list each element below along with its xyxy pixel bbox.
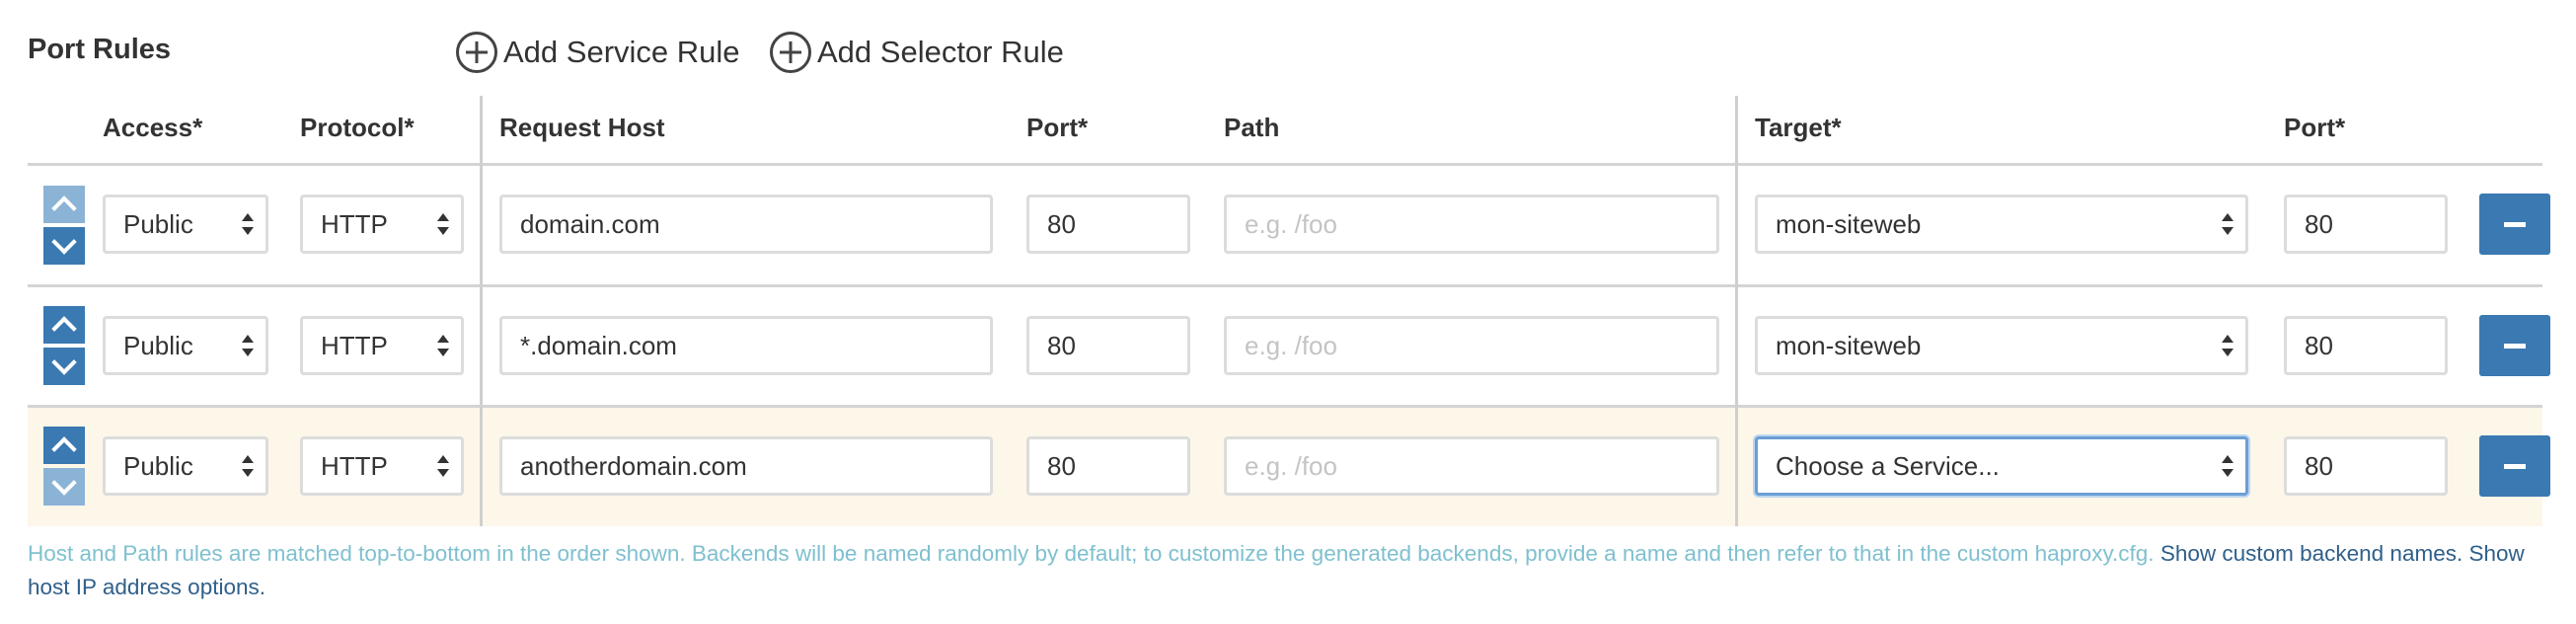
request-host-input[interactable]: anotherdomain.com xyxy=(499,436,993,496)
select-arrows-icon xyxy=(242,335,254,356)
plus-circle-icon xyxy=(770,32,811,73)
remove-rule-button[interactable] xyxy=(2479,435,2550,497)
column-divider xyxy=(1735,96,1738,526)
protocol-select[interactable]: HTTP xyxy=(300,316,464,375)
show-custom-backend-names-link[interactable]: Show custom backend names. xyxy=(2160,541,2462,566)
target-value: mon-siteweb xyxy=(1776,208,1922,239)
access-value: Public xyxy=(123,208,193,239)
chevron-down-icon xyxy=(51,229,77,255)
move-down-button[interactable] xyxy=(43,468,85,506)
move-down-button[interactable] xyxy=(43,227,85,265)
target-select[interactable]: mon-siteweb xyxy=(1755,316,2248,375)
target-port-input[interactable]: 80 xyxy=(2284,195,2448,254)
header-target-port: Port* xyxy=(2284,113,2346,142)
header-path: Path xyxy=(1224,113,1280,142)
target-value: Choose a Service... xyxy=(1776,450,2000,481)
protocol-select[interactable]: HTTP xyxy=(300,195,464,254)
target-value: mon-siteweb xyxy=(1776,330,1922,360)
minus-icon xyxy=(2504,343,2526,349)
add-service-rule-label: Add Service Rule xyxy=(503,35,740,69)
port-input[interactable]: 80 xyxy=(1026,316,1190,375)
add-selector-rule-label: Add Selector Rule xyxy=(817,35,1064,69)
remove-rule-button[interactable] xyxy=(2479,315,2550,376)
select-arrows-icon xyxy=(242,213,254,235)
help-text: Host and Path rules are matched top-to-b… xyxy=(28,537,2535,604)
chevron-up-icon xyxy=(51,316,77,342)
access-value: Public xyxy=(123,450,193,481)
row-divider xyxy=(28,163,2542,166)
section-title: Port Rules xyxy=(28,34,172,65)
access-select[interactable]: Public xyxy=(103,316,268,375)
column-divider xyxy=(480,96,483,526)
select-arrows-icon xyxy=(437,335,449,356)
protocol-value: HTTP xyxy=(321,330,388,360)
path-input[interactable]: e.g. /foo xyxy=(1224,436,1719,496)
header-port: Port* xyxy=(1026,113,1089,142)
port-input[interactable]: 80 xyxy=(1026,195,1190,254)
select-arrows-icon xyxy=(2222,213,2234,235)
minus-icon xyxy=(2504,221,2526,227)
target-port-input[interactable]: 80 xyxy=(2284,316,2448,375)
protocol-select[interactable]: HTTP xyxy=(300,436,464,496)
port-input[interactable]: 80 xyxy=(1026,436,1190,496)
access-select[interactable]: Public xyxy=(103,436,268,496)
select-arrows-icon xyxy=(437,455,449,477)
header-request-host: Request Host xyxy=(499,113,665,142)
target-select[interactable]: Choose a Service... xyxy=(1755,436,2248,496)
select-arrows-icon xyxy=(2222,455,2234,477)
request-host-input[interactable]: domain.com xyxy=(499,195,993,254)
header-protocol: Protocol* xyxy=(300,113,415,142)
add-selector-rule-button[interactable]: Add Selector Rule xyxy=(770,28,1064,77)
request-host-input[interactable]: *.domain.com xyxy=(499,316,993,375)
row-divider xyxy=(28,284,2542,287)
remove-rule-button[interactable] xyxy=(2479,194,2550,255)
protocol-value: HTTP xyxy=(321,450,388,481)
access-value: Public xyxy=(123,330,193,360)
chevron-down-icon xyxy=(51,350,77,375)
move-up-button[interactable] xyxy=(43,306,85,344)
chevron-up-icon xyxy=(51,195,77,221)
target-select[interactable]: mon-siteweb xyxy=(1755,195,2248,254)
move-down-button[interactable] xyxy=(43,348,85,385)
header-target: Target* xyxy=(1755,113,1842,142)
header-access: Access* xyxy=(103,113,203,142)
help-description: Host and Path rules are matched top-to-b… xyxy=(28,541,2155,566)
minus-icon xyxy=(2504,463,2526,469)
path-input[interactable]: e.g. /foo xyxy=(1224,195,1719,254)
select-arrows-icon xyxy=(242,455,254,477)
path-input[interactable]: e.g. /foo xyxy=(1224,316,1719,375)
move-up-button[interactable] xyxy=(43,427,85,464)
target-port-input[interactable]: 80 xyxy=(2284,436,2448,496)
access-select[interactable]: Public xyxy=(103,195,268,254)
add-service-rule-button[interactable]: Add Service Rule xyxy=(456,28,740,77)
chevron-down-icon xyxy=(51,470,77,496)
select-arrows-icon xyxy=(2222,335,2234,356)
protocol-value: HTTP xyxy=(321,208,388,239)
row-divider xyxy=(28,405,2542,408)
move-up-button[interactable] xyxy=(43,186,85,223)
chevron-up-icon xyxy=(51,436,77,462)
plus-circle-icon xyxy=(456,32,497,73)
select-arrows-icon xyxy=(437,213,449,235)
